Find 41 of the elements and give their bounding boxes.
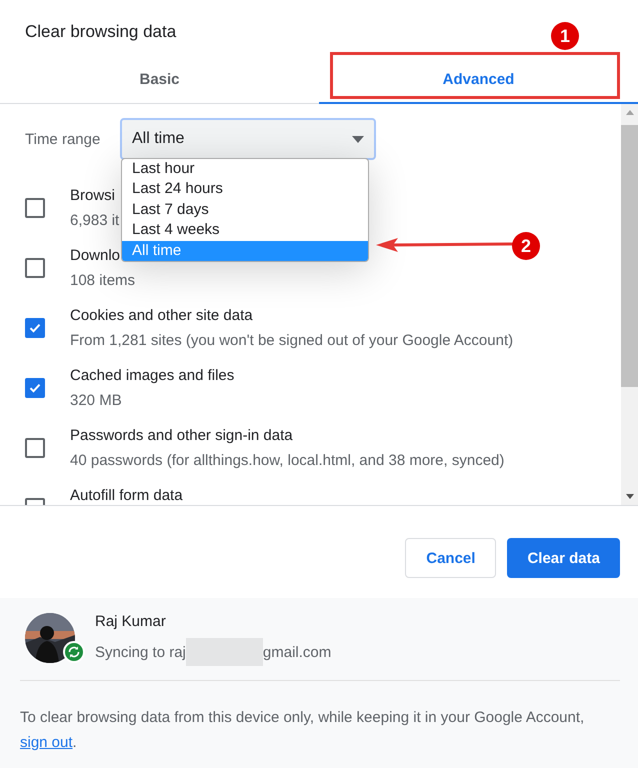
email-domain: gmail.com [262,644,332,660]
item-title: Passwords and other sign-in data [70,427,294,444]
step-badge: 1 [551,22,579,50]
scroll-down-icon[interactable] [626,494,634,499]
item-title: Cached images and files [70,367,234,384]
item-detail: 320 MB [70,392,123,409]
checkbox[interactable] [25,438,45,458]
checkmark-icon [28,381,42,395]
checkbox[interactable] [25,318,45,338]
menu-option[interactable]: All time [122,240,368,262]
item-title: Autofill form data [70,487,183,504]
checkmark-icon [28,321,42,335]
sync-status: Syncing to raj [95,644,186,660]
checkbox[interactable] [25,378,45,398]
menu-option[interactable]: Last 4 weeks [122,220,368,241]
scrollbar[interactable] [621,104,638,505]
item-detail: 108 items [70,272,136,289]
sync-icon [63,641,85,663]
step-badge: 2 [512,232,540,260]
caret-icon [352,136,364,142]
checkbox[interactable] [25,258,45,278]
item-title: Browsi [70,187,116,204]
sign-out-note: To clear browsing data from this device only, while keeping it in your Google Account, sign out. [20,708,586,753]
item-detail: From 1,281 sites (you won't be signed out of your Google Account) [70,332,514,349]
account-name: Raj Kumar [95,613,167,630]
time-range-dropdown[interactable]: All time [120,118,376,160]
sign-out-link[interactable]: sign out [20,734,73,751]
item-detail: 6,983 it [70,212,120,229]
dialog-button[interactable]: Clear data [507,538,620,578]
dialog-button[interactable]: Cancel [405,538,496,578]
arrow-icon [376,237,514,253]
menu-option[interactable]: Last hour [122,159,368,180]
dialog-title: Clear browsing data [25,22,176,43]
item-detail: 40 passwords (for allthings.how, local.html, and 38 more, synced) [70,452,504,469]
menu-option[interactable]: Last 24 hours [122,179,368,200]
tab[interactable]: Basic [0,48,319,104]
checkbox[interactable] [25,198,45,218]
item-title: Downlo [70,247,122,264]
time-range-label: Time range [25,130,102,148]
menu-option[interactable]: Last 7 days [122,200,368,220]
item-title: Cookies and other site data [70,307,254,324]
